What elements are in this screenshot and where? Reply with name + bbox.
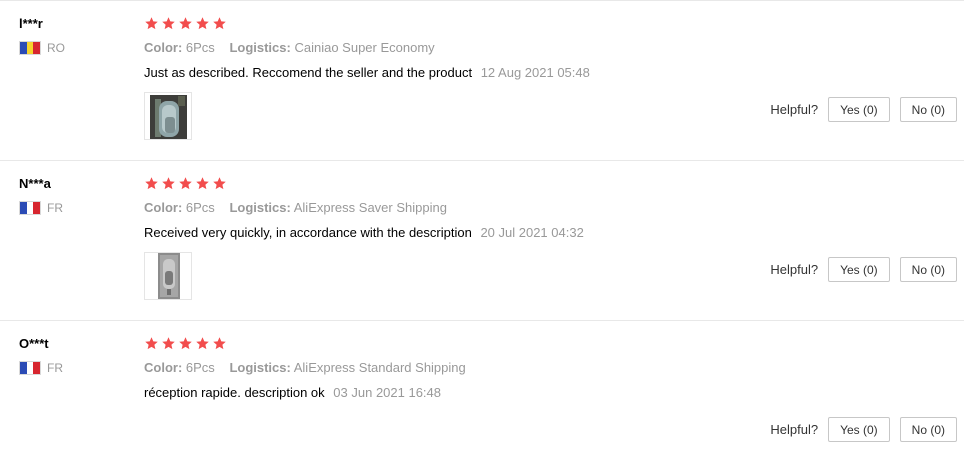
logistics-label: Logistics: [229,360,291,375]
color-label: Color: [144,360,183,375]
star-icon [178,336,193,351]
color-value: 6Pcs [185,40,215,55]
reviews-page: l***r RO Color: 6Pcs Logistics: Cainiao … [0,0,980,464]
star-icon [144,336,159,351]
helpful-votes: Helpful? Yes (0) No (0) [770,257,957,282]
helpful-label: Helpful? [770,262,819,277]
star-icon [161,176,176,191]
user-name: O***t [19,336,49,351]
review-body: Received very quickly, in accordance wit… [144,225,964,241]
review-meta: Color: 6Pcs Logistics: AliExpress Saver … [144,200,964,216]
logistics-value: Cainiao Super Economy [294,40,435,55]
user-country: FR [19,201,63,215]
review-text: Received very quickly, in accordance wit… [144,225,472,240]
helpful-yes-button[interactable]: Yes (0) [828,417,890,442]
color-label: Color: [144,200,183,215]
country-code: RO [47,41,65,55]
review-item: N***a FR Color: 6Pcs Logistics: AliExpre… [0,160,964,320]
review-body: Just as described. Reccomend the seller … [144,65,964,81]
romania-flag-icon [19,41,41,55]
review-item: O***t FR Color: 6Pcs Logistics: AliExpre… [0,320,964,464]
helpful-yes-button[interactable]: Yes (0) [828,257,890,282]
review-user: O***t FR [19,336,63,375]
review-photo-thumbnail[interactable] [144,92,192,140]
country-code: FR [47,361,63,375]
star-icon [144,176,159,191]
user-country: RO [19,41,65,55]
star-icon [161,16,176,31]
helpful-label: Helpful? [770,422,819,437]
helpful-votes: Helpful? Yes (0) No (0) [770,97,957,122]
color-value: 6Pcs [185,360,215,375]
review-date: 20 Jul 2021 04:32 [480,225,584,240]
color-value: 6Pcs [185,200,215,215]
star-icon [178,16,193,31]
logistics-label: Logistics: [229,40,291,55]
star-icon [195,16,210,31]
review-meta: Color: 6Pcs Logistics: AliExpress Standa… [144,360,964,376]
star-icon [212,16,227,31]
helpful-votes: Helpful? Yes (0) No (0) [770,417,957,442]
review-user: l***r RO [19,16,65,55]
helpful-no-button[interactable]: No (0) [899,257,957,282]
logistics-value: AliExpress Saver Shipping [293,200,447,215]
review-date: 12 Aug 2021 05:48 [480,65,590,80]
france-flag-icon [19,361,41,375]
star-icon [195,176,210,191]
country-code: FR [47,201,63,215]
helpful-no-button[interactable]: No (0) [899,97,957,122]
review-item: l***r RO Color: 6Pcs Logistics: Cainiao … [0,0,964,160]
star-rating [144,14,964,32]
review-text: réception rapide. description ok [144,385,325,400]
star-rating [144,334,964,352]
review-content: Color: 6Pcs Logistics: AliExpress Standa… [144,334,964,401]
user-name: l***r [19,16,43,31]
review-date: 03 Jun 2021 16:48 [333,385,442,400]
review-body: réception rapide. description ok 03 Jun … [144,385,964,401]
star-icon [161,336,176,351]
helpful-no-button[interactable]: No (0) [899,417,957,442]
star-icon [212,336,227,351]
color-label: Color: [144,40,183,55]
helpful-yes-button[interactable]: Yes (0) [828,97,890,122]
user-country: FR [19,361,63,375]
star-rating [144,174,964,192]
user-name: N***a [19,176,51,191]
review-user: N***a FR [19,176,63,215]
star-icon [195,336,210,351]
star-icon [144,16,159,31]
logistics-label: Logistics: [229,200,291,215]
star-icon [212,176,227,191]
review-photo-thumbnail[interactable] [144,252,192,300]
france-flag-icon [19,201,41,215]
review-text: Just as described. Reccomend the seller … [144,65,473,80]
helpful-label: Helpful? [770,102,819,117]
star-icon [178,176,193,191]
logistics-value: AliExpress Standard Shipping [293,360,466,375]
review-meta: Color: 6Pcs Logistics: Cainiao Super Eco… [144,40,964,56]
